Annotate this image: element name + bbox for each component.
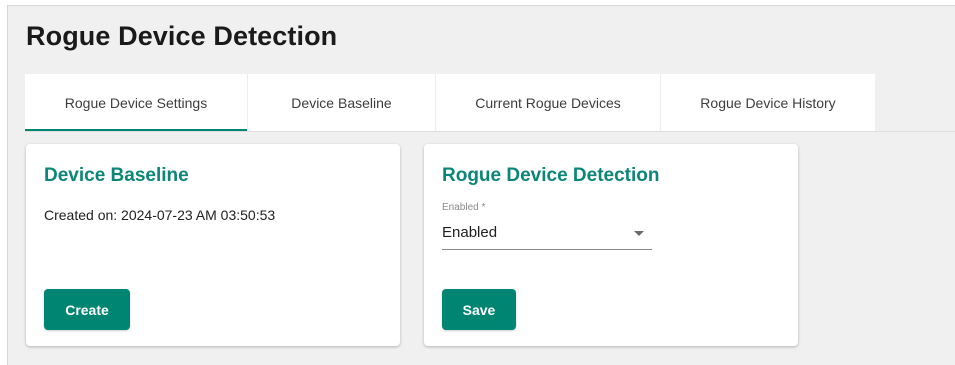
tab-label: Rogue Device History	[700, 95, 836, 111]
device-baseline-card: Device Baseline Created on: 2024-07-23 A…	[26, 144, 400, 346]
enabled-field-value: Enabled	[442, 224, 498, 241]
tab-bar: Rogue Device Settings Device Baseline Cu…	[25, 74, 875, 132]
page-title: Rogue Device Detection	[26, 21, 338, 51]
create-button[interactable]: Create	[44, 289, 130, 330]
caret-down-icon	[634, 231, 644, 236]
baseline-created-text: Created on: 2024-07-23 AM 03:50:53	[44, 207, 276, 223]
tab-label: Rogue Device Settings	[64, 95, 208, 111]
tab-rogue-device-history[interactable]: Rogue Device History	[661, 74, 875, 132]
card-title: Rogue Device Detection	[442, 165, 660, 186]
enabled-field-label: Enabled *	[442, 202, 486, 213]
tab-bar-divider	[25, 131, 955, 132]
tab-label: Current Rogue Devices	[475, 95, 621, 111]
rogue-device-detection-card: Rogue Device Detection Enabled * Enabled…	[424, 144, 798, 346]
tab-rogue-device-settings[interactable]: Rogue Device Settings	[25, 74, 248, 132]
card-title: Device Baseline	[44, 165, 189, 186]
tab-device-baseline[interactable]: Device Baseline	[248, 74, 436, 132]
enabled-select[interactable]: Enabled * Enabled	[442, 202, 652, 250]
tab-current-rogue-devices[interactable]: Current Rogue Devices	[436, 74, 661, 132]
app-content-area: Rogue Device Detection Rogue Device Sett…	[7, 5, 955, 365]
save-button[interactable]: Save	[442, 289, 516, 330]
tab-label: Device Baseline	[291, 95, 392, 111]
